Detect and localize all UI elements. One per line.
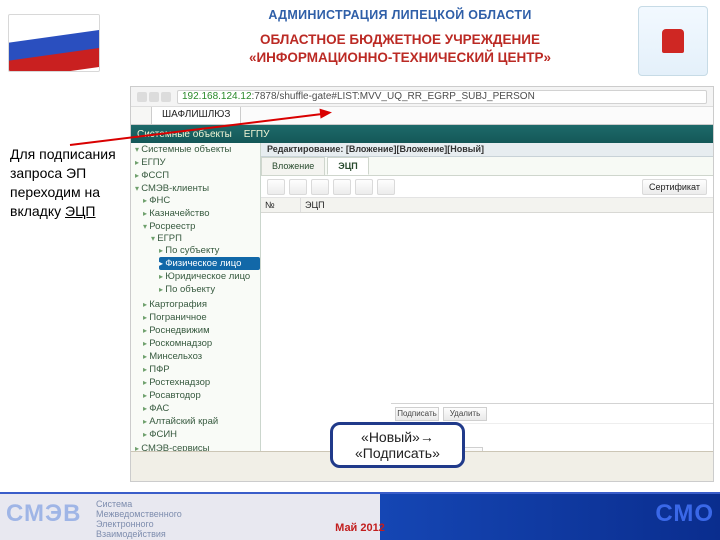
- nav-reload-button[interactable]: [161, 92, 171, 102]
- tool-refresh-icon[interactable]: [355, 179, 373, 195]
- slide-footer: СМЭВ Система Межведомственного Электронн…: [0, 492, 720, 540]
- browser-tab-1[interactable]: [131, 107, 152, 124]
- certificate-link[interactable]: Сертификат: [642, 179, 707, 195]
- slide-org-line2: ОБЛАСТНОЕ БЮДЖЕТНОЕ УЧРЕЖДЕНИЕ: [180, 32, 620, 47]
- tree-item[interactable]: ФСИН: [143, 428, 260, 441]
- instruction-pre: Для подписания запроса ЭП переходим на в…: [10, 146, 116, 219]
- delete-button[interactable]: Удалить: [443, 407, 487, 421]
- tree-item[interactable]: Пограничное: [143, 311, 260, 324]
- tree-item[interactable]: ПФР: [143, 363, 260, 376]
- sidebar-tree[interactable]: Системные объекты ЕГПУ ФССП СМЭВ-клиенты…: [131, 143, 261, 451]
- tool-props-icon[interactable]: [333, 179, 351, 195]
- tree-item[interactable]: СМЭВ-сервисы: [135, 442, 260, 451]
- tree-item[interactable]: По объекту: [159, 283, 260, 296]
- tree-item[interactable]: ФАС: [143, 402, 260, 415]
- browser-tab-2[interactable]: ШАФЛИШЛЮЗ: [152, 107, 241, 124]
- russia-flag-image: [8, 14, 100, 72]
- pointer-arrow-head: [320, 107, 333, 118]
- tree-item[interactable]: Минсельхоз: [143, 350, 260, 363]
- col-ecp: ЭЦП: [301, 198, 713, 212]
- tree-root[interactable]: Системные объекты: [135, 143, 260, 156]
- callout-box: «Новый»→ «Подписать»: [330, 422, 465, 468]
- tree-item[interactable]: Картография: [143, 298, 260, 311]
- footer-date: Май 2012: [335, 522, 385, 534]
- tool-save-icon[interactable]: [311, 179, 329, 195]
- nav-forward-button[interactable]: [149, 92, 159, 102]
- tree-item[interactable]: Роснедвижим: [143, 324, 260, 337]
- tree-item[interactable]: Юридическое лицо: [159, 270, 260, 283]
- tree-item-clients[interactable]: СМЭВ-клиенты ФНС Казначейство Росреестр …: [135, 182, 260, 442]
- callout-line2: «Подписать»: [355, 445, 440, 461]
- tree-item[interactable]: Росреестр ЕГРП По субъекту Физическое ли…: [143, 220, 260, 298]
- tree-item[interactable]: Ростехнадзор: [143, 376, 260, 389]
- tree-item[interactable]: ФССП: [135, 169, 260, 182]
- tool-open-icon[interactable]: [289, 179, 307, 195]
- tree-item[interactable]: Роскомнадзор: [143, 337, 260, 350]
- slide-org-line3: «ИНФОРМАЦИОННО-ТЕХНИЧЕСКИЙ ЦЕНТР»: [180, 50, 620, 65]
- tool-info-icon[interactable]: [377, 179, 395, 195]
- slide-org-line1: АДМИНИСТРАЦИЯ ЛИПЕЦКОЙ ОБЛАСТИ: [180, 8, 620, 22]
- callout-line1: «Новый»→: [355, 429, 440, 445]
- tree-item-egrp[interactable]: ЕГРП По субъекту Физическое лицо Юридиче…: [151, 232, 260, 297]
- tool-new-icon[interactable]: [267, 179, 285, 195]
- nav-back-button[interactable]: [137, 92, 147, 102]
- instruction-text: Для подписания запроса ЭП переходим на в…: [10, 145, 122, 221]
- tree-item-selected[interactable]: Физическое лицо: [159, 257, 260, 270]
- tree-item[interactable]: Казначейство: [143, 207, 260, 220]
- tree-item[interactable]: Росавтодор: [143, 389, 260, 402]
- tab-attachment[interactable]: Вложение: [261, 157, 325, 175]
- form-toolbar: Сертификат: [261, 176, 713, 198]
- form-breadcrumb: Редактирование: [Вложение][Вложение][Нов…: [261, 143, 713, 157]
- address-bar[interactable]: 192.168.124.12:7878/shuffle-gate#LIST:MV…: [177, 90, 707, 104]
- browser-chrome: 192.168.124.12:7878/shuffle-gate#LIST:MV…: [131, 87, 713, 107]
- tab-ecp[interactable]: ЭЦП: [327, 157, 368, 175]
- sign-button[interactable]: Подписать: [395, 407, 439, 421]
- form-area: Редактирование: [Вложение][Вложение][Нов…: [261, 143, 713, 451]
- instruction-tabname: ЭЦП: [65, 203, 95, 219]
- url-path: :7878/shuffle-gate#LIST:MVV_UQ_RR_EGRP_S…: [252, 91, 535, 102]
- footer-desc-left: Система Межведомственного Электронного В…: [96, 500, 182, 540]
- footer-abbr-left: СМЭВ: [6, 500, 81, 528]
- region-crest-image: [638, 6, 708, 76]
- tree-item[interactable]: По субъекту: [159, 244, 260, 257]
- tree-item[interactable]: Алтайский край: [143, 415, 260, 428]
- col-number: №: [261, 198, 301, 212]
- footer-abbr-right: СМО: [655, 500, 714, 528]
- app-topbar-item2[interactable]: ЕГПУ: [244, 129, 270, 140]
- tree-item[interactable]: ФНС: [143, 194, 260, 207]
- sig-table-header: № ЭЦП: [261, 198, 713, 213]
- tree-item[interactable]: ЕГПУ: [135, 156, 260, 169]
- url-host: 192.168.124.12: [182, 91, 252, 102]
